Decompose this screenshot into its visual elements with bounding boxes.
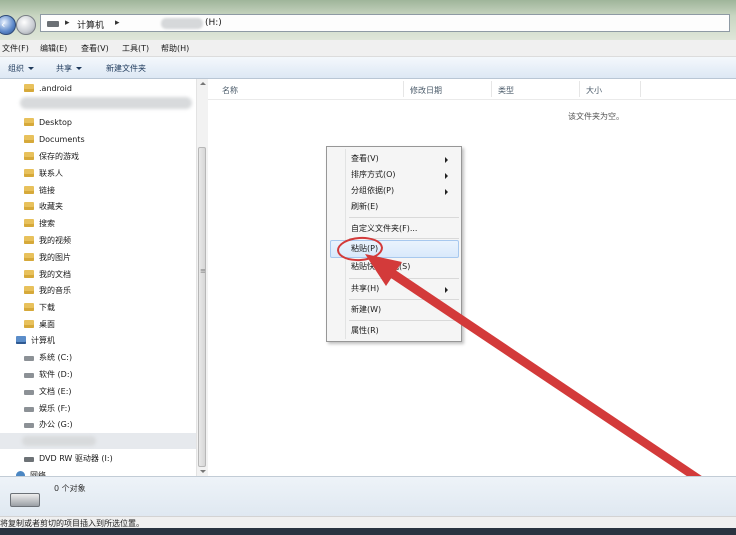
object-count: 0 个对象 <box>54 484 86 493</box>
taskbar <box>0 528 736 535</box>
annotation-arrow-icon <box>365 254 733 503</box>
drive-icon <box>10 493 40 507</box>
explorer-window: ‹ ▸ 计算机 ▸ (H:) 文件(F) 编辑(E) 查看(V) 工具(T) 帮… <box>0 0 736 535</box>
details-pane: 0 个对象 <box>0 476 736 517</box>
